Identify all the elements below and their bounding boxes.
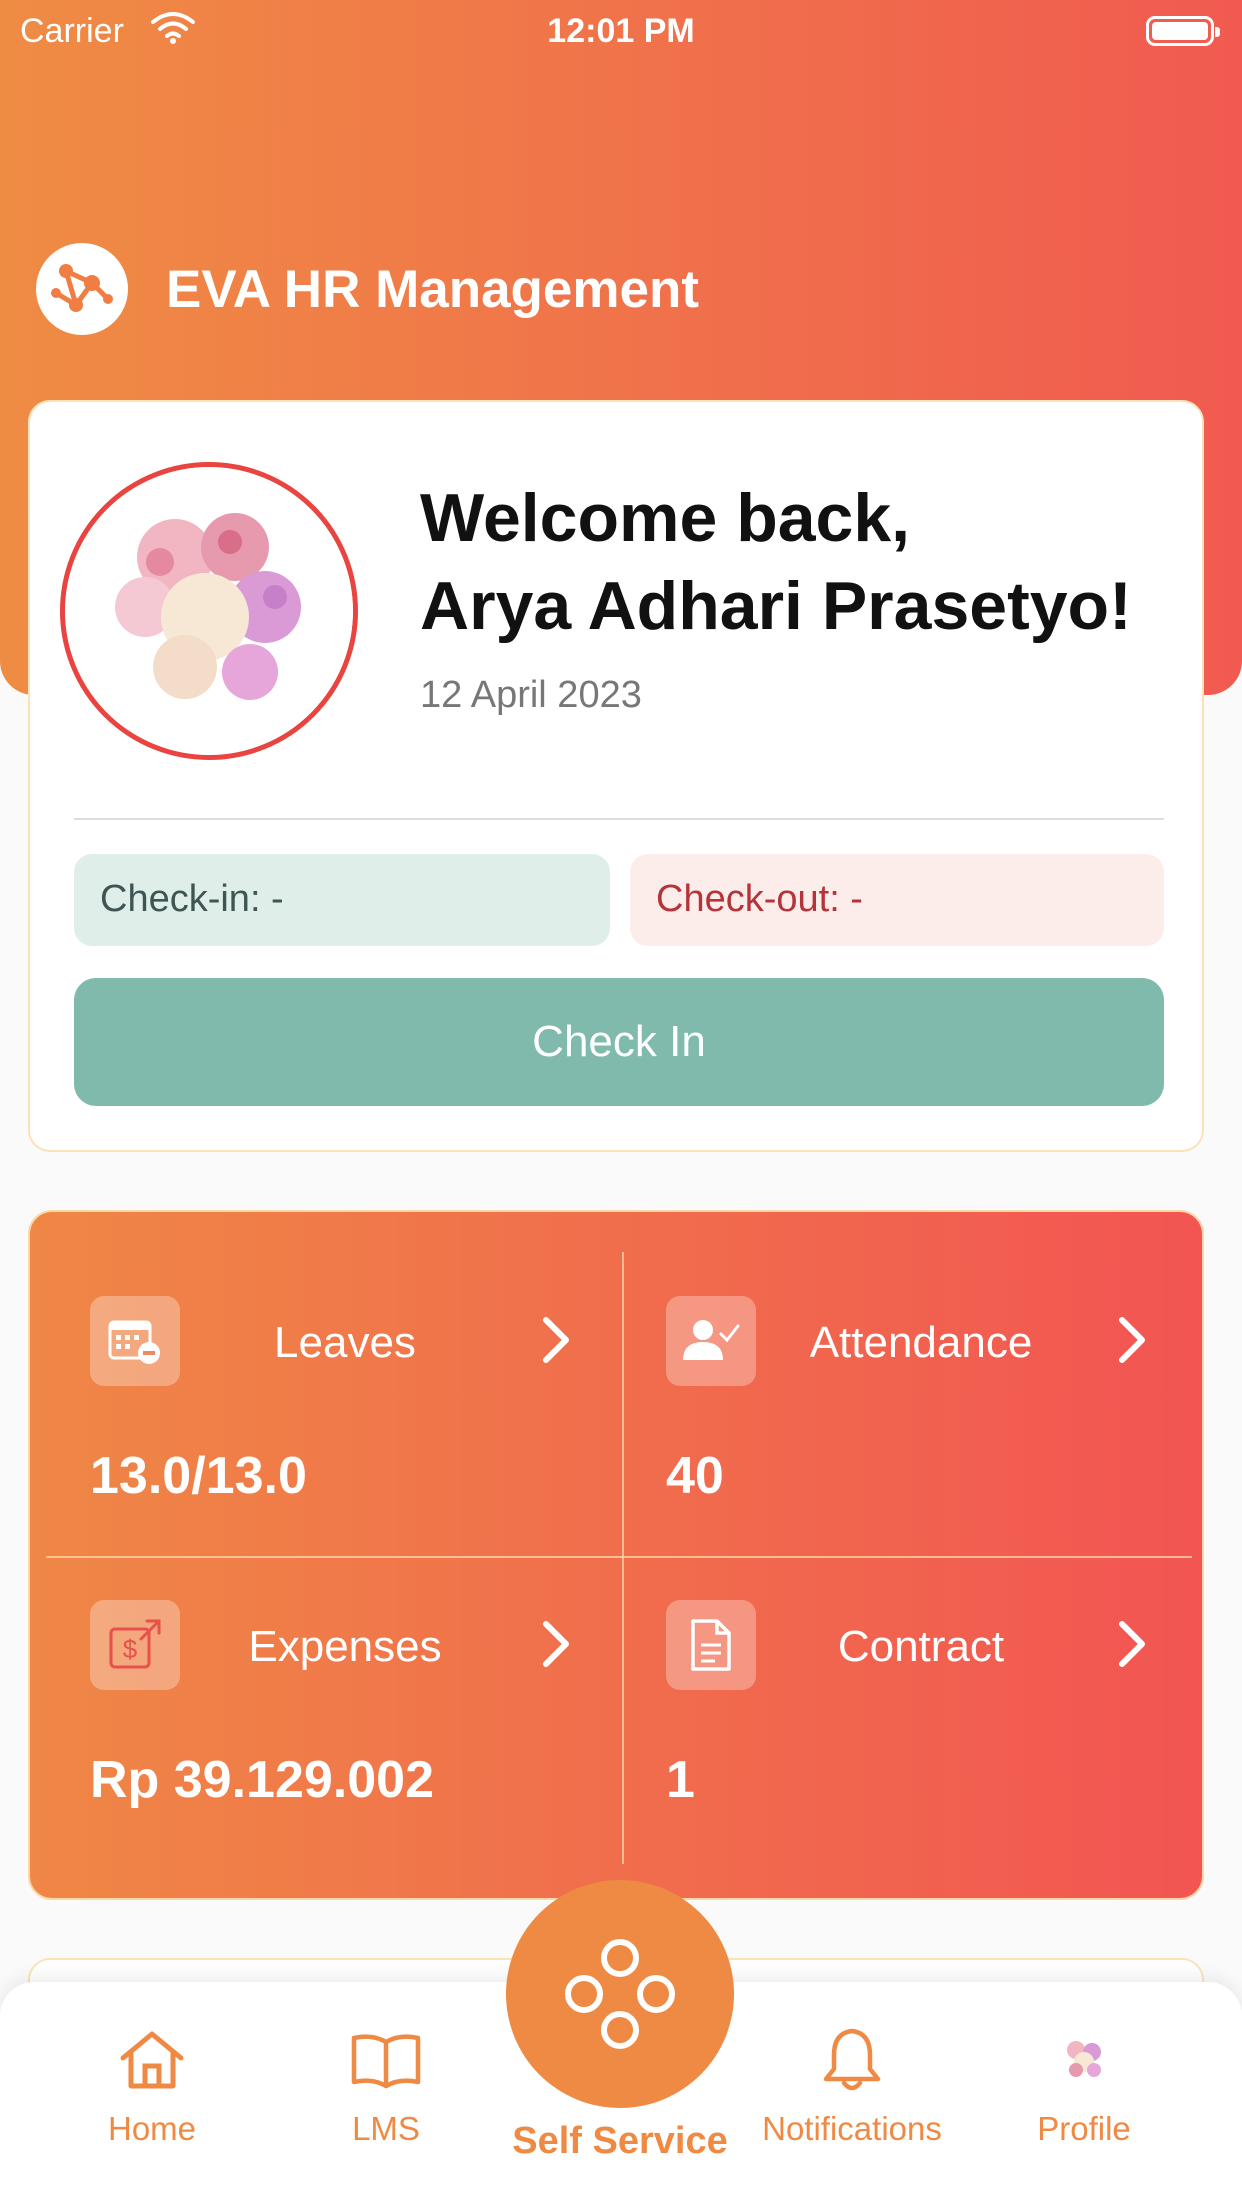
chevron-right-icon[interactable] — [1102, 1310, 1162, 1370]
leaves-value: 13.0/13.0 — [90, 1447, 307, 1505]
tab-home[interactable]: Home — [52, 2020, 252, 2148]
leaves-tile[interactable]: Leaves 13.0/13.0 — [90, 1296, 600, 1576]
book-open-icon — [286, 2020, 486, 2100]
stats-vertical-divider — [622, 1252, 624, 1864]
avatar[interactable] — [60, 462, 358, 760]
chevron-right-icon[interactable] — [526, 1310, 586, 1370]
tab-notifications[interactable]: Notifications — [752, 2020, 952, 2148]
bell-icon — [752, 2020, 952, 2100]
status-time: 12:01 PM — [547, 12, 695, 50]
tab-notifications-label: Notifications — [762, 2110, 942, 2147]
app-title: EVA HR Management — [166, 259, 700, 319]
leaves-label: Leaves — [274, 1318, 416, 1367]
employee-name: Arya Adhari Prasetyo! — [420, 568, 1132, 644]
contract-tile[interactable]: Contract 1 — [666, 1600, 1176, 1880]
expenses-value: Rp 39.129.002 — [90, 1751, 435, 1809]
card-divider — [74, 818, 1164, 820]
profile-avatar-icon — [984, 2020, 1184, 2100]
tab-lms[interactable]: LMS — [286, 2020, 486, 2148]
self-service-button[interactable] — [506, 1880, 734, 2108]
expenses-tile[interactable]: $ Expenses Rp 39.129.002 — [90, 1600, 600, 1880]
attendance-tile[interactable]: Attendance 40 — [666, 1296, 1176, 1576]
svg-text:$: $ — [123, 1634, 138, 1664]
calendar-minus-icon — [90, 1296, 180, 1386]
welcome-line-1: Welcome back, — [420, 480, 911, 556]
welcome-heading: Welcome back, Arya Adhari Prasetyo! — [420, 474, 1132, 650]
user-check-icon — [666, 1296, 756, 1386]
brand-header: EVA HR Management — [36, 243, 699, 335]
check-in-status: Check-in: - — [74, 854, 610, 946]
expenses-label: Expenses — [248, 1622, 442, 1671]
attendance-label: Attendance — [809, 1318, 1033, 1367]
status-bar: Carrier 12:01 PM — [0, 0, 1242, 62]
attendance-value: 40 — [666, 1447, 724, 1505]
tab-home-label: Home — [107, 2110, 197, 2147]
check-in-button[interactable]: Check In — [74, 978, 1164, 1106]
check-out-status: Check-out: - — [630, 854, 1164, 946]
stats-panel: Leaves 13.0/13.0 Attendance 40 $ Expense… — [28, 1210, 1204, 1900]
contract-label: Contract — [837, 1622, 1005, 1671]
home-icon — [52, 2020, 252, 2100]
chevron-right-icon[interactable] — [1102, 1614, 1162, 1674]
tab-lms-label: LMS — [352, 2110, 420, 2147]
tab-profile[interactable]: Profile — [984, 2020, 1184, 2148]
tab-profile-label: Profile — [1037, 2110, 1131, 2147]
document-icon — [666, 1600, 756, 1690]
contract-value: 1 — [666, 1751, 695, 1809]
dollar-export-icon: $ — [90, 1600, 180, 1690]
self-service-icon — [565, 1939, 675, 2049]
current-date: 12 April 2023 — [420, 674, 642, 716]
chevron-right-icon[interactable] — [526, 1614, 586, 1674]
tab-self-service-label[interactable]: Self Service — [470, 2120, 770, 2163]
battery-icon — [1146, 16, 1220, 46]
welcome-card: Welcome back, Arya Adhari Prasetyo! 12 A… — [28, 400, 1204, 1152]
network-logo-icon — [36, 243, 128, 335]
